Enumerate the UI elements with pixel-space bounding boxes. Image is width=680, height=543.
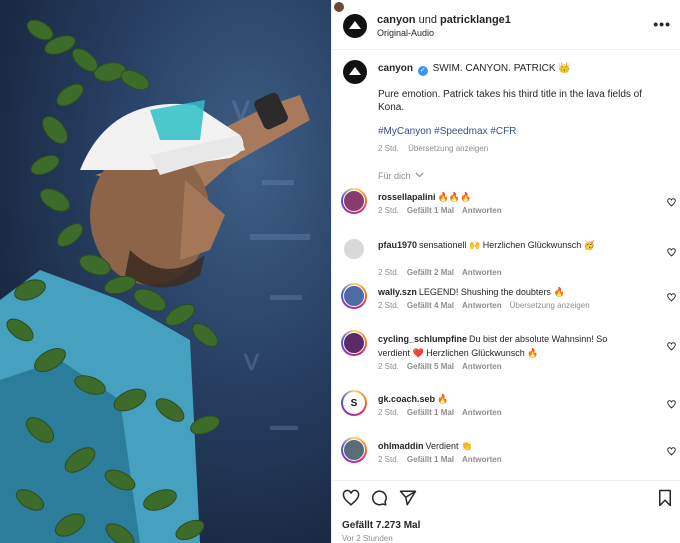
caption-body: Pure emotion. Patrick takes his third ti… [378, 89, 643, 113]
caption-headline-line: canyon ✓ SWIM. CANYON. PATRICK 👑 [378, 63, 571, 76]
comment-like-heart-icon[interactable] [667, 198, 676, 207]
comment-like-heart-icon[interactable] [667, 447, 676, 456]
likes-count[interactable]: Gefällt 7.273 Mal [342, 520, 420, 531]
comment-username[interactable]: gk.coach.seb [378, 394, 435, 404]
post-actions: Gefällt 7.273 Mal Vor 2 Stunden [332, 480, 680, 543]
comment-avatar[interactable] [341, 236, 367, 262]
crown-emoji: 👑 [558, 63, 571, 74]
comment-meta: 2 Std. Gefällt 1 Mal Antworten [378, 455, 510, 464]
canyon-avatar[interactable] [343, 14, 367, 38]
comment-row: ohlmaddin Verdient 👏 2 Std. Gefällt 1 Mal An… [332, 437, 680, 481]
post-age: Vor 2 Stunden [342, 534, 393, 543]
post-header: canyon und patricklange1 Original-Audio … [332, 0, 680, 50]
comment-row: cycling_schlumpfine Du bist der absolute … [332, 330, 680, 374]
comment-likes[interactable]: Gefällt 4 Mal [407, 301, 454, 310]
svg-text:▬▬▬: ▬▬▬ [250, 223, 310, 245]
comment-row: Sgk.coach.seb 🔥 2 Std. Gefällt 1 Mal Antwort… [332, 390, 680, 434]
post-media[interactable]: Ⅴ ▬▬ ▬▬▬ ▬▬ Ⅴ ▬▬ [0, 0, 331, 543]
comment-icon[interactable] [370, 489, 388, 507]
patricklange-avatar[interactable] [332, 0, 346, 14]
comment-time[interactable]: 2 Std. [378, 206, 399, 215]
verified-icon: ✓ [417, 66, 428, 76]
comment-time[interactable]: 2 Std. [378, 455, 399, 464]
caption-meta: 2 Std. Übersetzung anzeigen [378, 144, 488, 153]
comment-reply-button[interactable]: Antworten [462, 301, 502, 310]
comment-reply-button[interactable]: Antworten [462, 362, 502, 371]
comment-avatar[interactable]: S [341, 390, 367, 416]
comment-text: wally.szn LEGEND! Shushing the doubters 🔥 [378, 285, 638, 299]
comment-avatar[interactable] [341, 283, 367, 309]
caption-avatar[interactable] [343, 60, 367, 84]
comment-meta: 2 Std. Gefällt 1 Mal Antworten [378, 206, 510, 215]
comment-row: rossellapalini 🔥🔥🔥 2 Std. Gefällt 1 Mal Antw… [332, 188, 680, 232]
comment-avatar[interactable] [341, 330, 367, 356]
comment-meta: 2 Std. Gefällt 5 Mal Antworten [378, 362, 510, 371]
comment-meta: 2 Std. Gefällt 4 Mal Antworten Übersetzung … [378, 301, 598, 310]
caption-time[interactable]: 2 Std. [378, 144, 399, 153]
comment-body: LEGEND! Shushing the doubters 🔥 [418, 287, 565, 297]
comment-likes[interactable]: Gefällt 1 Mal [407, 408, 454, 417]
caption-headline: SWIM. CANYON. PATRICK [432, 63, 556, 74]
comment-username[interactable]: pfau1970 [378, 240, 417, 250]
comment-likes[interactable]: Gefällt 1 Mal [407, 206, 454, 215]
comment-row: pfau1970 sensationell 🙌 Herzlichen Glückw… [332, 236, 680, 280]
comment-reply-button[interactable]: Antworten [462, 408, 502, 417]
comment-username[interactable]: cycling_schlumpfine [378, 334, 467, 344]
comment-text: rossellapalini 🔥🔥🔥 [378, 190, 638, 204]
comment-like-heart-icon[interactable] [667, 342, 676, 351]
svg-text:▬▬: ▬▬ [270, 417, 298, 433]
comment-time[interactable]: 2 Std. [378, 301, 399, 310]
comment-body: Verdient 👏 [425, 441, 473, 451]
comment-body: 🔥🔥🔥 [437, 192, 472, 202]
comment-username[interactable]: rossellapalini [378, 192, 436, 202]
post-photo: Ⅴ ▬▬ ▬▬▬ ▬▬ Ⅴ ▬▬ [0, 19, 310, 543]
comment-translate-link[interactable]: Übersetzung anzeigen [510, 301, 590, 310]
audio-link[interactable]: Original-Audio [377, 28, 434, 38]
comment-like-heart-icon[interactable] [667, 248, 676, 257]
comment-text: pfau1970 sensationell 🙌 Herzlichen Glückw… [378, 238, 638, 252]
comment-text: gk.coach.seb 🔥 [378, 392, 638, 406]
svg-text:▬▬: ▬▬ [262, 172, 294, 189]
svg-text:▬▬: ▬▬ [270, 287, 302, 304]
comment-reply-button[interactable]: Antworten [462, 268, 502, 277]
bookmark-icon[interactable] [657, 489, 673, 507]
post-panel: canyon und patricklange1 Original-Audio … [331, 0, 680, 543]
for-you-toggle[interactable]: Für dich [378, 171, 424, 181]
comment-like-heart-icon[interactable] [667, 400, 676, 409]
caption-translate-link[interactable]: Übersetzung anzeigen [408, 144, 488, 153]
comment-text: cycling_schlumpfine Du bist der absolute … [378, 332, 638, 360]
comment-likes[interactable]: Gefällt 2 Mal [407, 268, 454, 277]
comment-time[interactable]: 2 Std. [378, 362, 399, 371]
for-you-label: Für dich [378, 171, 411, 181]
header-user-secondary[interactable]: patricklange1 [440, 14, 511, 26]
comment-body: 🔥 [437, 394, 449, 404]
comment-body: sensationell 🙌 Herzlichen Glückwunsch 🥳 [419, 240, 596, 250]
comment-avatar[interactable] [341, 437, 367, 463]
comment-text: ohlmaddin Verdient 👏 [378, 439, 638, 453]
comment-row: wally.szn LEGEND! Shushing the doubters 🔥… [332, 283, 680, 327]
comment-avatar[interactable] [341, 188, 367, 214]
more-icon[interactable]: ••• [653, 16, 671, 32]
comment-time[interactable]: 2 Std. [378, 268, 399, 277]
comment-meta: 2 Std. Gefällt 2 Mal Antworten [378, 268, 510, 277]
comment-time[interactable]: 2 Std. [378, 408, 399, 417]
caption-username[interactable]: canyon [378, 63, 413, 74]
comment-meta: 2 Std. Gefällt 1 Mal Antworten [378, 408, 510, 417]
chevron-down-icon [415, 172, 424, 178]
comment-like-heart-icon[interactable] [667, 293, 676, 302]
heart-icon[interactable] [342, 489, 360, 507]
comment-likes[interactable]: Gefällt 5 Mal [407, 362, 454, 371]
header-usernames: canyon und patricklange1 [377, 14, 511, 26]
comment-likes[interactable]: Gefällt 1 Mal [407, 455, 454, 464]
header-user-primary[interactable]: canyon [377, 14, 416, 26]
comment-reply-button[interactable]: Antworten [462, 455, 502, 464]
comment-username[interactable]: wally.szn [378, 287, 417, 297]
comment-username[interactable]: ohlmaddin [378, 441, 424, 451]
share-icon[interactable] [399, 489, 417, 507]
caption-hashtags[interactable]: #MyCanyon #Speedmax #CFR [378, 126, 516, 137]
svg-text:Ⅴ: Ⅴ [243, 350, 260, 375]
comment-reply-button[interactable]: Antworten [462, 206, 502, 215]
header-conjunction: und [418, 14, 437, 26]
